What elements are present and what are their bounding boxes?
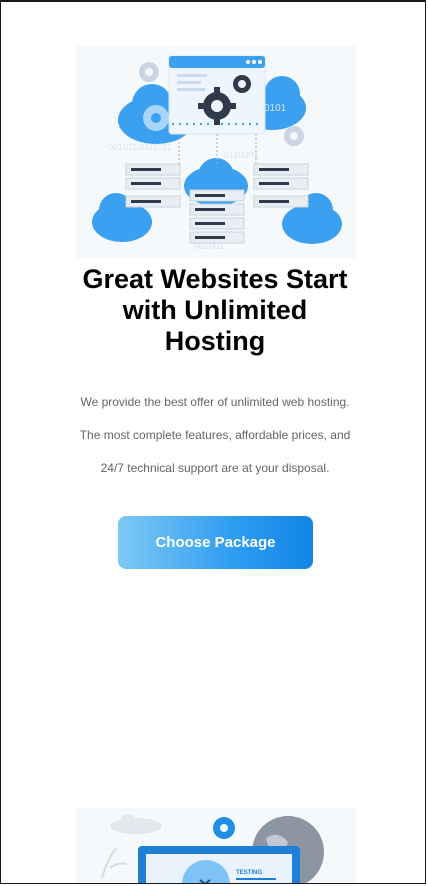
page-frame: 0101 0010110001011 0110001 001001 Great …: [0, 0, 426, 884]
gear-icon: [139, 62, 159, 82]
testing-screen-label: TESTING: [236, 870, 262, 876]
svg-text:0010110001011: 0010110001011: [108, 142, 172, 152]
server-rack-left: [125, 163, 181, 208]
hosting-illustration: 0101 0010110001011 0110001 001001: [76, 46, 356, 258]
svg-text:0101: 0101: [264, 103, 287, 114]
hero-title-line-3: Hosting: [164, 326, 266, 356]
gear-icon: [213, 817, 235, 839]
choose-package-button[interactable]: Choose Package: [118, 516, 313, 569]
hero-title-line-2: with Unlimited: [122, 295, 308, 325]
small-gear-icon: [233, 75, 251, 93]
testing-illustration: TESTING: [76, 808, 356, 883]
cloud-gear-icon: [143, 105, 169, 131]
gear-icon-right: [284, 126, 304, 146]
svg-text:0110001: 0110001: [224, 150, 258, 160]
hero-title: Great Websites Start with Unlimited Host…: [41, 264, 389, 357]
server-rack-right: [253, 163, 309, 208]
hero-description-line-3: 24/7 technical support are at your dispo…: [100, 461, 330, 475]
hero-description-line-2: The most complete features, affordable p…: [79, 428, 351, 442]
hero-title-line-1: Great Websites Start: [82, 264, 348, 294]
hero-description-line-1: We provide the best offer of unlimited w…: [80, 395, 350, 409]
